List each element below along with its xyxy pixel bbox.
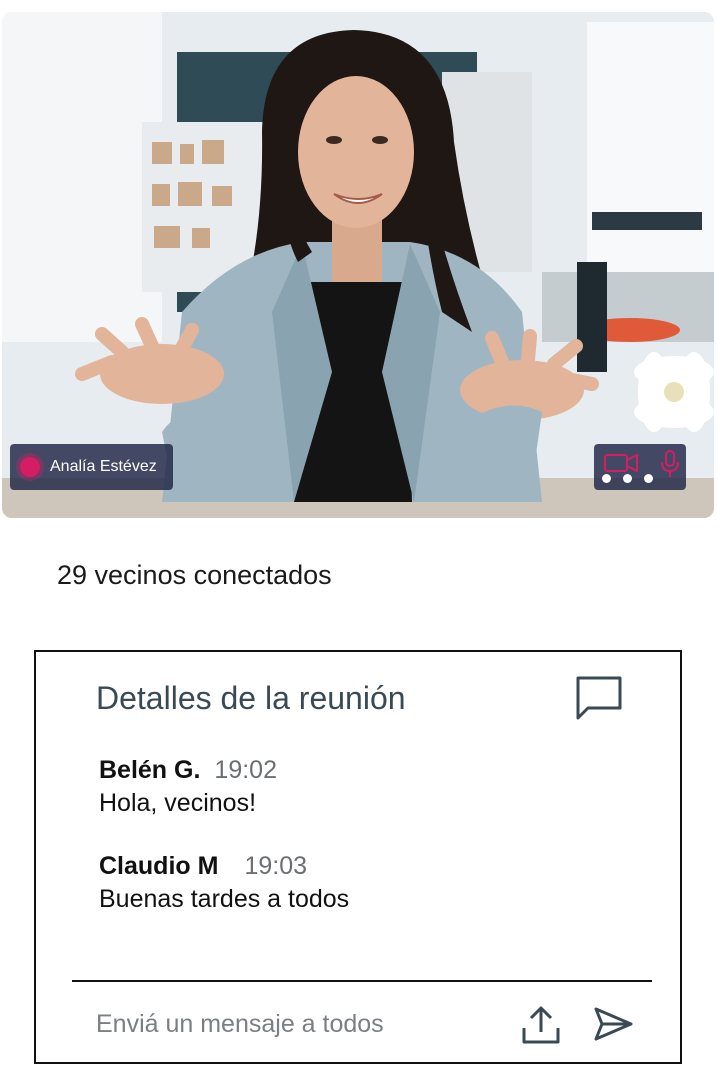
send-icon[interactable]: [594, 1006, 634, 1042]
message-text: Buenas tardes a todos: [99, 885, 350, 913]
connected-count: 29 vecinos conectados: [57, 560, 332, 590]
video-tile[interactable]: Analía Estévez: [2, 12, 714, 518]
microphone-icon[interactable]: [660, 450, 680, 478]
input-divider: [72, 980, 652, 982]
chat-message: Belén G. 19:02 Hola, vecinos!: [99, 756, 277, 818]
message-time: 19:02: [214, 756, 277, 784]
record-dot-icon: [20, 457, 40, 477]
video-frame: [2, 12, 714, 518]
chat-bubble-icon[interactable]: [574, 674, 624, 724]
participant-name-tag: Analía Estévez: [10, 444, 173, 490]
more-options-icon[interactable]: [602, 470, 662, 486]
message-author: Claudio M: [99, 852, 219, 880]
chat-message: Claudio M 19:03 Buenas tardes a todos: [99, 852, 349, 914]
message-text: Hola, vecinos!: [99, 789, 257, 817]
meeting-details-panel: Detalles de la reunión Belén G. 19:02 Ho…: [34, 650, 682, 1064]
message-author: Belén G.: [99, 756, 201, 784]
message-input[interactable]: [92, 1000, 510, 1048]
participant-name: Analía Estévez: [50, 458, 157, 475]
video-controls: [594, 444, 686, 490]
panel-title: Detalles de la reunión: [96, 680, 406, 716]
upload-icon[interactable]: [520, 1004, 562, 1046]
message-time: 19:03: [244, 852, 307, 880]
